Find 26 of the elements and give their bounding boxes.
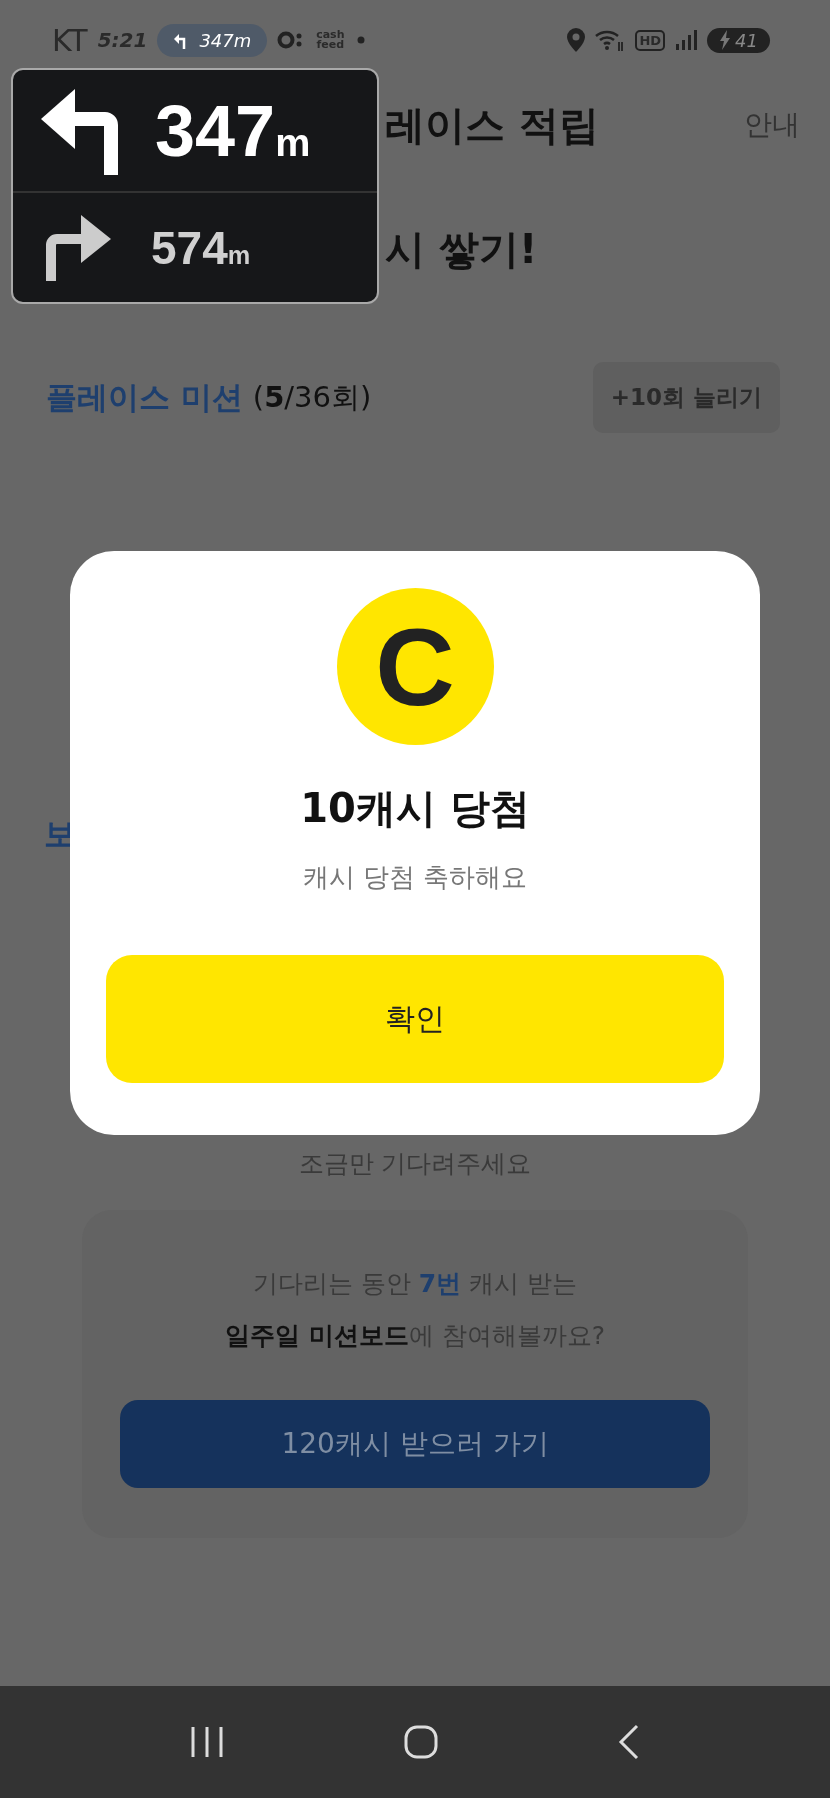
app-label: cash feed <box>315 30 346 50</box>
carrier: KT <box>52 22 88 58</box>
signal-icon <box>675 30 698 50</box>
turn-right-icon <box>43 214 111 281</box>
home-button[interactable] <box>404 1725 438 1759</box>
navigation-pill[interactable]: 347m <box>157 23 268 57</box>
dialog-title: 10캐시 당첨 <box>300 784 530 833</box>
headline: 시 쌓기! <box>385 225 538 274</box>
mission-count: (5/36회) <box>252 378 372 416</box>
page-title: 레이스 적립 <box>385 100 599 150</box>
then-distance: 574m <box>151 220 251 275</box>
clock: 5:21 <box>97 28 148 52</box>
dot-icon <box>357 36 366 44</box>
reward-button[interactable]: 120캐시 받으러 가기 <box>120 1400 710 1488</box>
dialog-message: 캐시 당첨 축하해요 <box>302 861 528 894</box>
next-distance: 347m <box>155 89 311 172</box>
hd-badge: HD <box>635 29 666 51</box>
battery-indicator: 41 <box>707 27 770 53</box>
confirm-button[interactable]: 확인 <box>106 955 724 1083</box>
recents-button[interactable] <box>190 1727 224 1757</box>
coin-icon: C <box>336 588 494 745</box>
mission-title: 플레이스 미션 <box>46 377 243 417</box>
app-icon <box>277 31 304 49</box>
wifi-icon <box>595 28 626 52</box>
location-icon <box>567 28 586 52</box>
back-button[interactable] <box>618 1724 640 1760</box>
